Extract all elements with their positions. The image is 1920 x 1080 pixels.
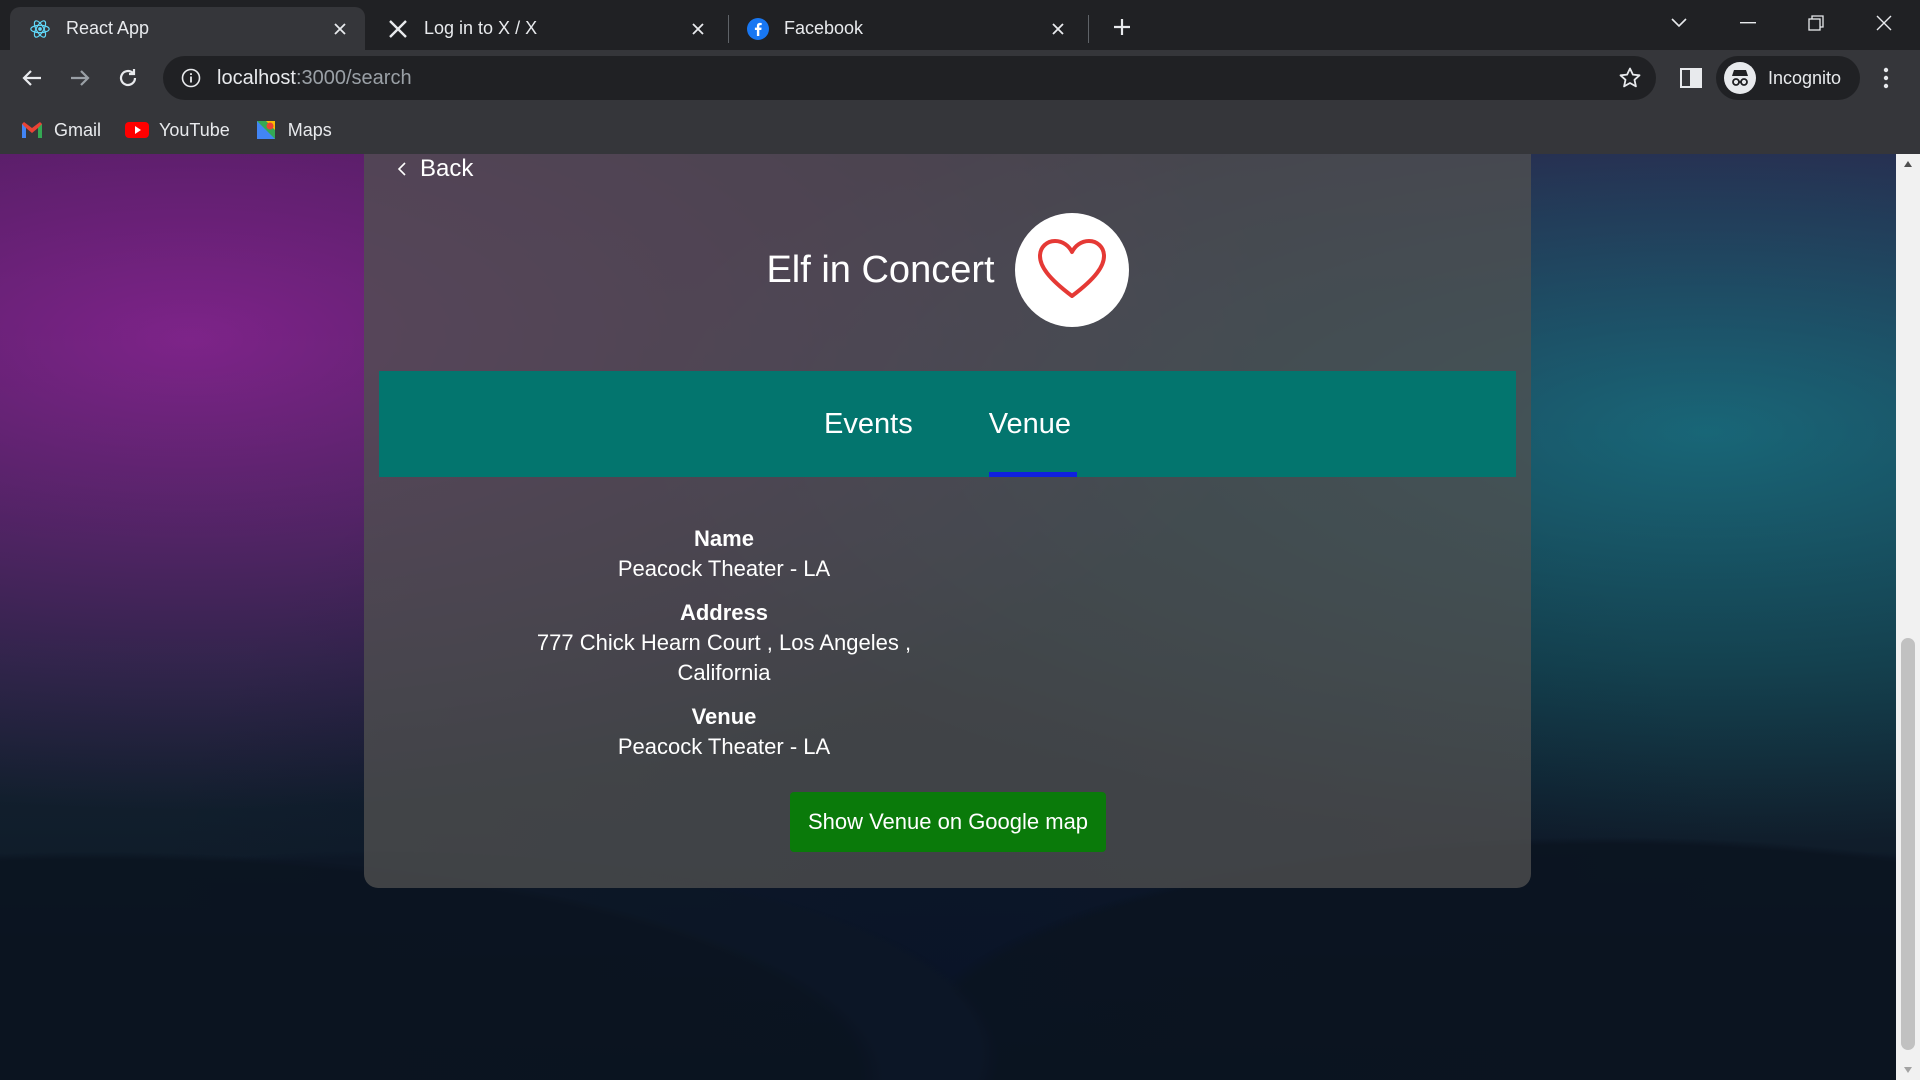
profile-label: Incognito [1768,67,1842,88]
page-scrollbar[interactable] [1896,154,1920,1080]
field-value: Peacock Theater - LA [617,556,831,581]
maps-icon [254,118,278,142]
back-link[interactable]: Back [394,154,473,184]
tab-facebook[interactable]: Facebook [728,7,1083,50]
arrow-right-icon [71,70,90,86]
address-bar[interactable]: localhost:3000/search [163,56,1656,100]
bookmark-gmail[interactable]: Gmail [20,118,101,142]
minimize-button[interactable] [1724,6,1772,40]
restore-button[interactable] [1792,6,1840,40]
close-window-button[interactable] [1860,6,1908,40]
caret-up-icon [1904,161,1912,167]
tab-title: React App [66,18,150,38]
close-icon[interactable] [1047,18,1069,40]
incognito-icon [1724,62,1756,94]
venue-venue-field: Venue Peacock Theater - LA [514,702,934,762]
side-panel-button[interactable] [1676,63,1706,93]
browser-chrome: React App Log in to X / X Facebook local… [0,0,1920,154]
tab-strip: React App Log in to X / X Facebook [0,0,1920,50]
tab-react-app[interactable]: React App [10,7,365,50]
bookmarks-bar: Gmail YouTube Maps [0,106,1920,154]
tab-title: Log in to X / X [424,18,538,38]
url-path: :3000/search [295,66,412,89]
bookmark-label: YouTube [159,119,230,140]
reload-icon [119,69,137,87]
field-value: 777 Chick Hearn Court , Los Angeles , [536,630,912,655]
back-label: Back [420,155,474,182]
artist-header: Elf in Concert [364,212,1531,328]
gmail-icon [20,118,44,142]
caret-down-icon [1904,1067,1912,1073]
scroll-up-button[interactable] [1896,154,1920,174]
browser-toolbar: localhost:3000/search Incognito [0,50,1920,106]
back-nav-button[interactable] [14,60,50,96]
chevron-down-icon [1671,18,1687,28]
incognito-profile-button[interactable]: Incognito [1716,56,1860,100]
tab-events[interactable]: Events [824,371,913,477]
tab-venue[interactable]: Venue [988,371,1078,477]
more-vert-icon [1883,67,1889,89]
detail-tabs: Events Venue [379,371,1516,477]
bookmark-youtube[interactable]: YouTube [125,118,230,142]
minimize-icon [1740,22,1756,24]
venue-details: Name Peacock Theater - LA Address 777 Ch… [514,524,934,776]
field-label: Address [679,600,769,625]
bookmark-label: Gmail [54,119,102,140]
reload-button[interactable] [110,60,146,96]
plus-icon [1114,19,1130,35]
side-panel-icon [1680,68,1702,88]
tab-search-button[interactable] [1655,6,1703,40]
field-value: Peacock Theater - LA [617,734,831,759]
tab-separator [1088,15,1089,43]
restore-icon [1808,15,1824,31]
bookmark-label: Maps [287,119,332,140]
facebook-icon [746,17,770,41]
youtube-icon [125,118,150,142]
show-venue-map-button[interactable]: Show Venue on Google map [790,792,1106,852]
field-label: Venue [691,704,757,729]
tab-title: Facebook [784,18,864,38]
x-logo-icon [386,17,410,41]
scroll-thumb[interactable] [1901,638,1915,1050]
scroll-down-button[interactable] [1896,1060,1920,1080]
browser-menu-button[interactable] [1874,63,1898,93]
close-icon[interactable] [687,18,709,40]
url-text: localhost:3000/search [217,67,412,90]
field-label: Name [694,526,754,551]
close-icon [1876,15,1892,31]
page-viewport: Back Elf in Concert Events Venue Name Pe… [0,154,1896,1080]
chevron-left-icon [394,161,410,177]
venue-address-field: Address 777 Chick Hearn Court , Los Ange… [514,598,934,688]
venue-name-field: Name Peacock Theater - LA [514,524,934,584]
heart-icon [1037,239,1106,298]
new-tab-button[interactable] [1105,10,1139,44]
field-value: California [677,660,771,685]
forward-nav-button[interactable] [62,60,98,96]
close-icon[interactable] [329,18,351,40]
bookmark-maps[interactable]: Maps [254,118,332,142]
bookmark-star-icon[interactable] [1618,66,1642,90]
tab-x-login[interactable]: Log in to X / X [368,7,723,50]
react-icon [28,17,52,41]
arrow-left-icon [22,70,41,86]
artist-detail-card: Back Elf in Concert Events Venue Name Pe… [364,154,1531,888]
favorite-button[interactable] [1014,213,1129,327]
url-host: localhost [217,66,296,89]
artist-name: Elf in Concert [766,248,995,291]
info-icon[interactable] [179,66,203,90]
